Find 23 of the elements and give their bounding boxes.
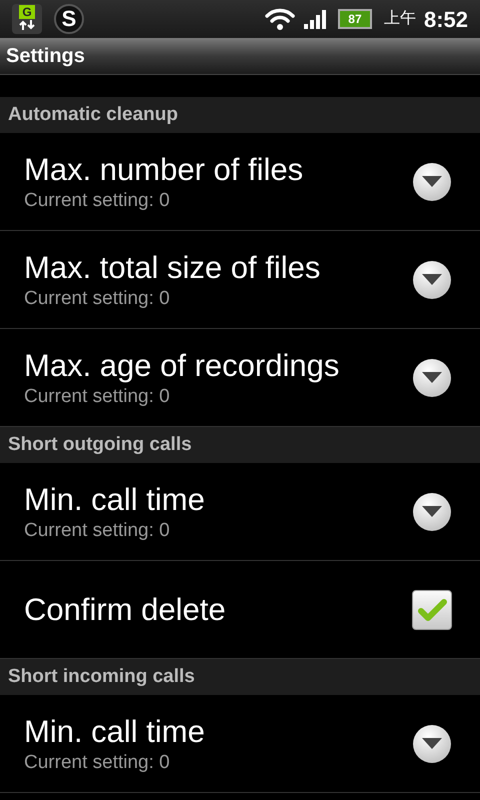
clock: 8:52 bbox=[424, 6, 468, 34]
setting-summary: Current setting: 0 bbox=[24, 286, 171, 310]
setting-title: Max. number of files bbox=[24, 150, 304, 188]
battery-icon: 87 bbox=[338, 9, 372, 29]
setting-summary: Current setting: 0 bbox=[24, 518, 171, 542]
setting-summary: Current setting: 0 bbox=[24, 750, 171, 774]
setting-title: Confirm delete bbox=[24, 590, 226, 628]
setting-title: Min. call time bbox=[24, 480, 205, 518]
checkmark-icon bbox=[417, 598, 447, 622]
chat-notification-icon[interactable]: S bbox=[54, 4, 84, 34]
setting-title: Max. total size of files bbox=[24, 248, 320, 286]
setting-title: Min. call time bbox=[24, 712, 205, 750]
sync-notification-icon[interactable]: G bbox=[12, 4, 42, 34]
setting-title: Max. age of recordings bbox=[24, 346, 340, 384]
section-title: Automatic cleanup bbox=[8, 102, 178, 127]
setting-summary: Current setting: 0 bbox=[24, 188, 171, 212]
setting-summary: Current setting: 0 bbox=[24, 384, 171, 408]
wifi-icon bbox=[264, 7, 296, 31]
am-pm-label: 上午 bbox=[384, 8, 416, 29]
section-title: Short outgoing calls bbox=[8, 432, 192, 457]
checkbox[interactable] bbox=[412, 590, 452, 630]
section-title: Short incoming calls bbox=[8, 664, 195, 689]
screen-title: Settings bbox=[6, 44, 85, 69]
